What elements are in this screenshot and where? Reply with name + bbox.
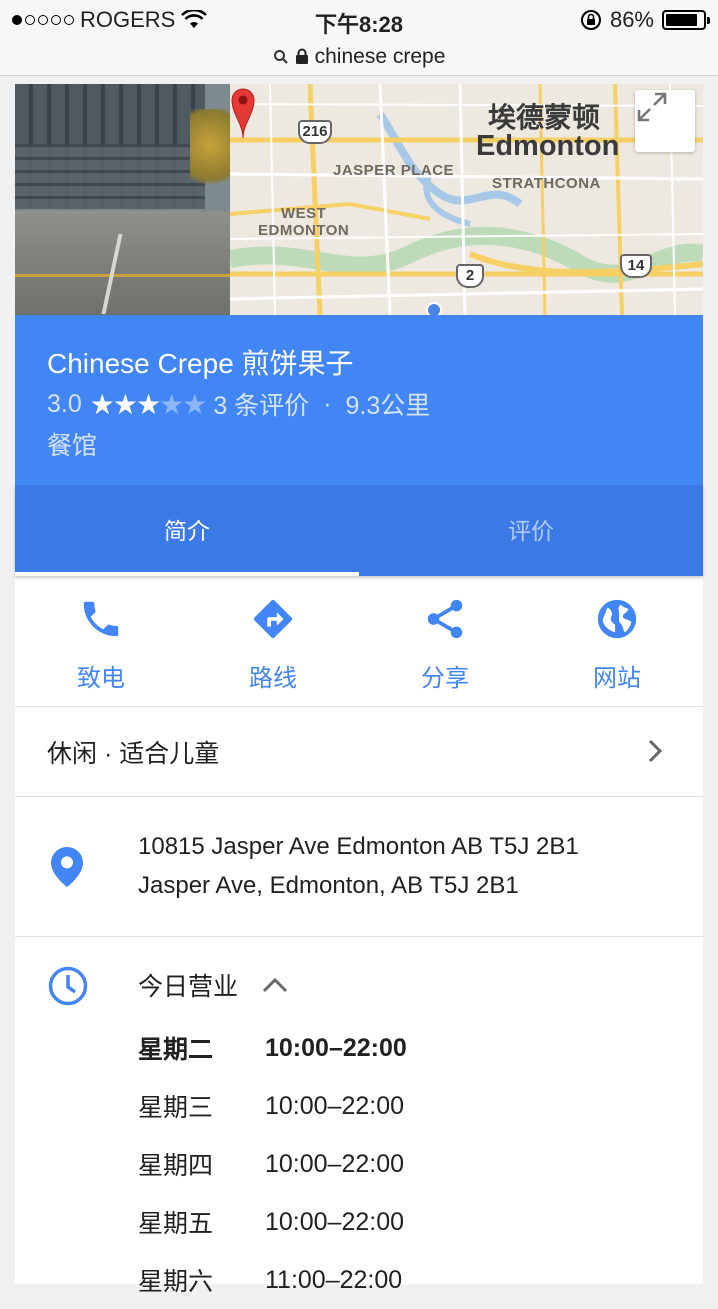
hours-row: 星期六 11:00–22:00 [138, 1251, 538, 1309]
share-icon [427, 599, 463, 639]
map-city: Edmonton [476, 130, 620, 162]
rotation-lock-icon [580, 10, 601, 30]
call-label: 致电 [77, 665, 125, 692]
directions-button[interactable]: 路线 [187, 576, 359, 706]
hours-time: 10:00–22:00 [265, 1091, 405, 1120]
share-button[interactable]: 分享 [359, 576, 531, 706]
chevron-right-icon [648, 739, 663, 763]
website-label: 网站 [593, 665, 641, 692]
place-category: 餐馆 [47, 432, 98, 460]
highway-216-shield: 216 [298, 120, 332, 144]
highway-2-shield: 2 [456, 264, 484, 288]
directions-icon [253, 599, 293, 639]
address-line-2: Jasper Ave, Edmonton, AB T5J 2B1 [138, 872, 519, 899]
hours-day: 星期五 [138, 1210, 214, 1238]
share-label: 分享 [421, 665, 469, 692]
street-view-photo[interactable] [15, 84, 230, 315]
hours-day: 星期二 [138, 1036, 214, 1064]
status-bar: ROGERS 下午8:28 86% [0, 0, 718, 38]
map-label-jasper-place: JASPER PLACE [333, 162, 455, 179]
separator-dot: · [323, 389, 332, 418]
review-count[interactable]: 3 条评价 [213, 386, 309, 422]
place-name: Chinese Crepe 煎饼果子 [47, 348, 354, 379]
hours-toggle[interactable]: 今日营业 [138, 967, 288, 1003]
hours-row: 星期五 10:00–22:00 [138, 1193, 538, 1251]
features-text: 休闲 · 适合儿童 [47, 739, 220, 768]
hours-time: 11:00–22:00 [265, 1265, 403, 1294]
hours-row: 星期三 10:00–22:00 [138, 1077, 538, 1135]
website-button[interactable]: 网站 [531, 576, 703, 706]
clock-icon [48, 966, 88, 1006]
place-card: JASPER PLACE STRATHCONA WEST EDMONTON 埃德… [15, 84, 703, 1296]
current-location-dot [426, 302, 442, 315]
address-row[interactable]: 10815 Jasper Ave Edmonton AB T5J 2B1 Jas… [15, 797, 703, 937]
phone-icon [83, 601, 119, 637]
status-right: 86% [580, 7, 710, 33]
tab-bar: 简介 评价 [15, 485, 703, 576]
hours-day: 星期四 [138, 1152, 214, 1180]
directions-label: 路线 [249, 665, 297, 692]
features-row[interactable]: 休闲 · 适合儿童 [15, 707, 703, 797]
battery-percent: 86% [609, 7, 654, 32]
map-preview[interactable]: JASPER PLACE STRATHCONA WEST EDMONTON 埃德… [230, 84, 703, 315]
hours-row: 星期四 10:00–22:00 [138, 1135, 538, 1193]
address-line-1: 10815 Jasper Ave Edmonton AB T5J 2B1 [138, 833, 579, 860]
action-row: 致电 路线 分享 网站 [15, 576, 703, 707]
url-text: chinese crepe [314, 44, 446, 68]
map-pin-icon [231, 88, 255, 139]
hours-day: 星期六 [138, 1268, 214, 1296]
place-header: Chinese Crepe 煎饼果子 3.0 ★ ★ ★ ★ ★ 3 条评价 · 9.3… [15, 315, 703, 485]
map-label-west-edmonton: WEST EDMONTON [258, 205, 350, 239]
search-icon [273, 49, 288, 64]
star-icon: ★ [159, 388, 184, 420]
map-label-strathcona: STRATHCONA [492, 175, 601, 192]
call-button[interactable]: 致电 [15, 576, 187, 706]
hours-time: 10:00–22:00 [265, 1149, 405, 1178]
star-icon: ★ [112, 388, 138, 420]
star-rating: ★ ★ ★ ★ ★ [89, 388, 208, 421]
location-pin-icon [51, 847, 83, 887]
expand-icon [637, 92, 667, 122]
chevron-up-icon [262, 977, 288, 993]
star-icon: ★ [89, 388, 115, 420]
hours-time: 10:00–22:00 [265, 1207, 405, 1236]
expand-map-button[interactable] [635, 90, 695, 152]
lock-icon [295, 48, 308, 64]
star-icon: ★ [182, 388, 207, 420]
rating-value: 3.0 [47, 389, 82, 418]
media-strip: JASPER PLACE STRATHCONA WEST EDMONTON 埃德… [15, 84, 703, 315]
hours-title: 今日营业 [138, 973, 239, 1001]
distance: 9.3公里 [345, 392, 431, 420]
url-bar[interactable]: chinese crepe [0, 38, 718, 76]
tab-reviews[interactable]: 评价 [359, 485, 703, 573]
hours-list: 星期二 10:00–22:00 星期三 10:00–22:00 星期四 10:00–2… [138, 1019, 538, 1309]
hours-time: 10:00–22:00 [265, 1033, 407, 1062]
rating-row: 3.0 ★ ★ ★ ★ ★ 3 条评价 · 9.3公里 [47, 386, 430, 422]
hours-day: 星期三 [138, 1094, 214, 1122]
battery-icon [662, 10, 710, 30]
globe-icon [597, 599, 637, 639]
star-icon: ★ [135, 388, 161, 420]
hours-row: 星期二 10:00–22:00 [138, 1019, 538, 1077]
highway-14-shield: 14 [620, 254, 652, 278]
tab-overview[interactable]: 简介 [15, 485, 359, 573]
hours-section: 今日营业 星期二 10:00–22:00 星期三 10:00–22:00 星期四 10… [15, 937, 703, 1296]
